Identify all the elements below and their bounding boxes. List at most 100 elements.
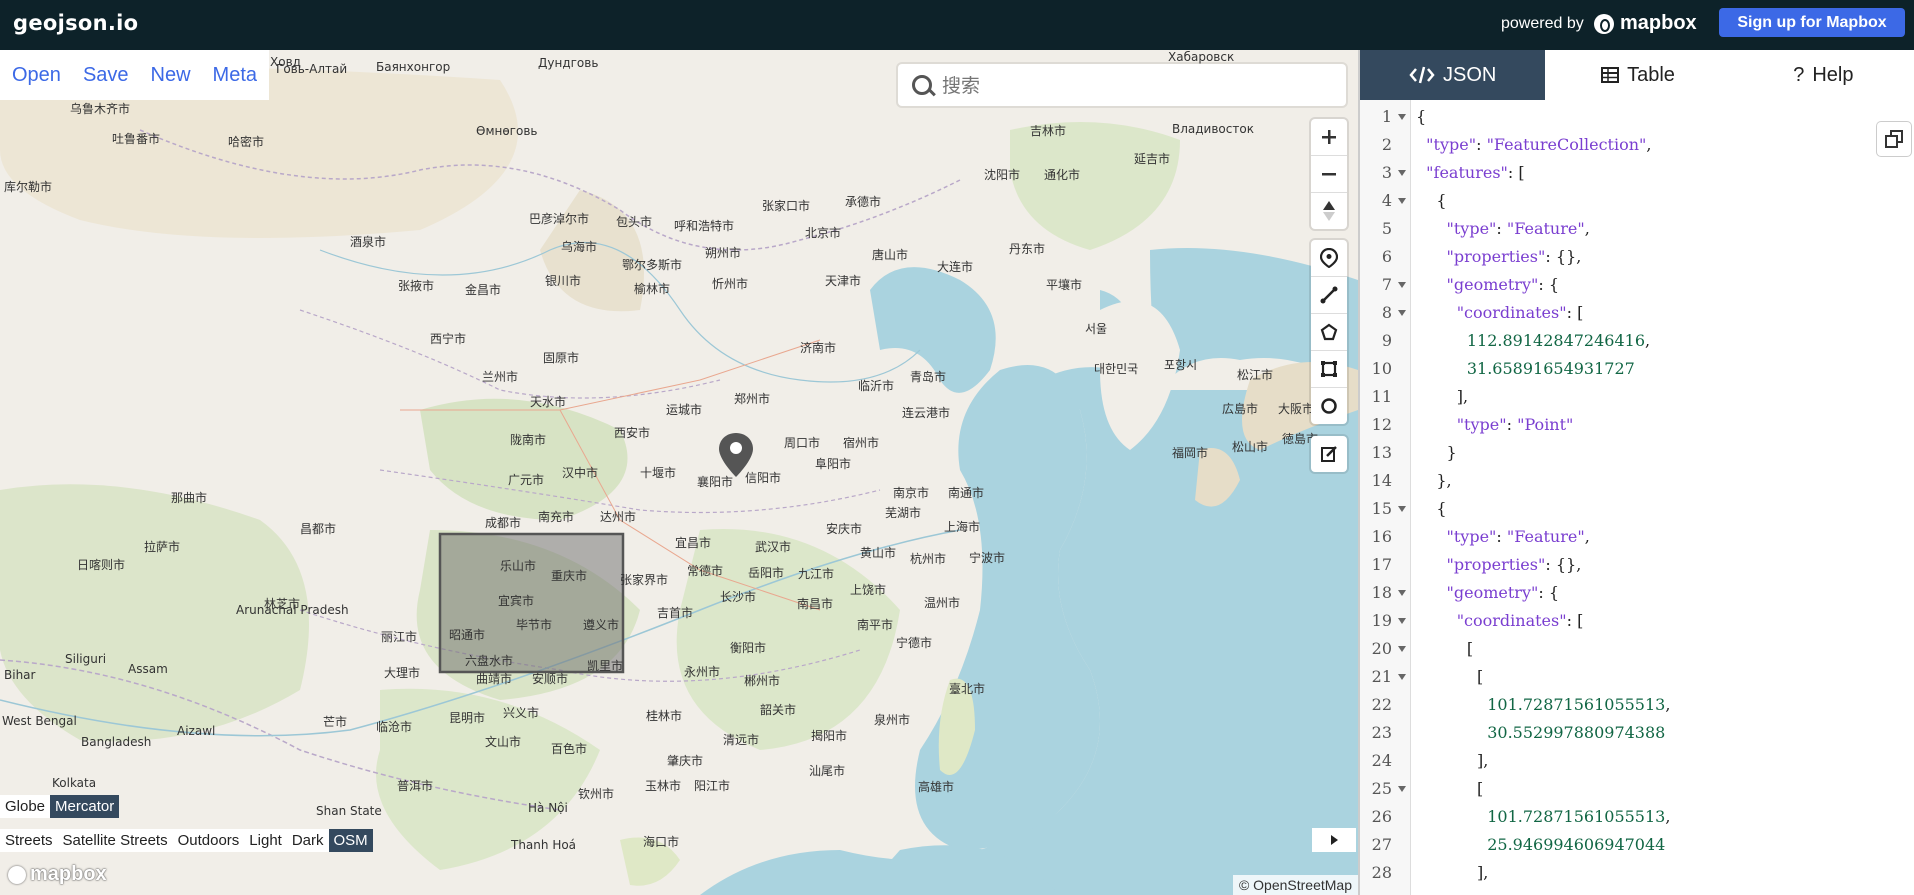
map-label: 普洱市 [397,779,434,793]
code-line: [ [1477,667,1484,686]
map-label: 玉林市 [645,779,682,793]
projection-globe[interactable]: Globe [0,795,50,818]
fold-arrow-icon[interactable] [1398,506,1406,512]
map-label: 揭阳市 [811,729,848,743]
fold-arrow-icon[interactable] [1398,646,1406,652]
map-label: 高雄市 [918,780,955,794]
copy-button[interactable] [1877,122,1911,156]
map-label: 南昌市 [797,597,834,611]
tab-help[interactable]: ? Help [1731,50,1914,100]
map-label: Bangladesh [81,735,152,749]
map-label: 泉州市 [874,713,911,727]
line-number: 23 [1371,723,1392,742]
zoom-controls [1311,119,1347,229]
map-canvas[interactable]: 乌鲁木齐市 吐鲁番市 哈密市 库尔勒市 酒泉市 张掖市 金昌市 西宁市 兰州市 … [0,50,1358,895]
style-outdoors[interactable]: Outdoors [173,829,245,852]
map-label: 温州市 [924,596,961,610]
style-dark[interactable]: Dark [287,829,329,852]
map-label: 昭通市 [449,628,486,642]
map-attribution[interactable]: © OpenStreetMap [1232,875,1358,895]
map-label: Bihar [4,668,36,682]
tab-help-label: Help [1812,63,1854,86]
fold-arrow-icon[interactable] [1398,674,1406,680]
line-number: 17 [1371,555,1392,574]
fold-arrow-icon[interactable] [1398,786,1406,792]
mapbox-logo[interactable]: mapbox [1594,12,1697,35]
map-label: 松江市 [1237,368,1274,382]
compass-icon[interactable] [1311,193,1347,229]
code-line: ], [1477,863,1489,882]
mapbox-watermark[interactable]: mapbox [8,863,107,886]
map-label: 汉中市 [562,466,599,480]
line-number: 14 [1371,471,1392,490]
map-label: 包头市 [616,215,653,229]
fold-arrow-icon[interactable] [1398,198,1406,204]
fold-arrow-icon[interactable] [1398,590,1406,596]
map-label: 吐鲁番市 [112,132,161,146]
map-label: 青岛市 [910,370,947,384]
map-label: 肇庆市 [667,754,704,768]
line-icon[interactable] [1311,277,1347,314]
map-label: 日喀则市 [77,558,126,572]
map-label: 哈密市 [228,135,265,149]
fold-arrow-icon[interactable] [1398,282,1406,288]
app-title[interactable]: geojson.io [13,11,138,35]
style-satellite-streets[interactable]: Satellite Streets [58,829,173,852]
save-menu-item[interactable]: Save [83,64,129,87]
map-label: 鄂尔多斯市 [622,258,683,272]
open-menu-item[interactable]: Open [12,64,61,87]
line-number: 24 [1371,751,1392,770]
map-label: 吉林市 [1030,124,1067,138]
style-streets[interactable]: Streets [0,829,58,852]
signup-button[interactable]: Sign up for Mapbox [1719,8,1905,37]
fold-arrow-icon[interactable] [1398,114,1406,120]
style-light[interactable]: Light [244,829,287,852]
zoom-out-icon[interactable] [1311,156,1347,193]
copy-icon [1885,130,1903,148]
tab-table[interactable]: Table [1545,50,1730,100]
line-number: 5 [1381,219,1392,238]
projection-mercator[interactable]: Mercator [50,795,120,818]
map-label: Kolkata [52,776,97,790]
fold-arrow-icon[interactable] [1398,618,1406,624]
code-line: 31.65891654931727 [1466,359,1635,378]
map-label: 大连市 [937,260,974,274]
map-label: 南平市 [857,618,894,632]
style-osm[interactable]: OSM [328,829,373,852]
zoom-in-icon[interactable] [1311,119,1347,156]
projection-toggle: Globe Mercator [0,795,120,818]
edit-icon[interactable] [1311,436,1347,472]
new-menu-item[interactable]: New [151,64,191,87]
map-label: 昌都市 [300,522,337,536]
tab-json[interactable]: JSON [1360,50,1546,100]
map-label: 忻州市 [712,277,749,291]
line-number: 6 [1381,247,1392,266]
line-number: 12 [1371,415,1392,434]
polygon-icon[interactable] [1311,314,1347,351]
map-label: 济南市 [800,341,837,355]
map-label: 信阳市 [745,471,782,485]
file-menu: Open Save New Meta [0,50,270,100]
fold-arrow-icon[interactable] [1398,310,1406,316]
line-number: 10 [1371,359,1392,378]
circle-icon[interactable] [1311,388,1347,424]
mapbox-logo-text: mapbox [1620,12,1697,34]
code-line: "coordinates": [ [1456,303,1584,322]
meta-menu-item[interactable]: Meta [213,64,257,87]
map-label: 常德市 [687,564,724,578]
search-box[interactable] [898,64,1346,106]
map-label: 宜昌市 [675,536,712,550]
mapbox-watermark-text: mapbox [30,863,107,885]
code-line: } [1446,443,1457,462]
map-label: 金昌市 [465,283,502,297]
marker-icon[interactable] [1311,240,1347,277]
search-input[interactable] [940,72,1334,100]
collapse-panel-button[interactable] [1312,828,1356,852]
rectangle-icon[interactable] [1311,351,1347,388]
map-label: 汕尾市 [809,764,846,778]
map-label: 兰州市 [482,370,519,384]
fold-arrow-icon[interactable] [1398,170,1406,176]
map-label: 成都市 [485,516,522,530]
code-line: "type": "FeatureCollection", [1426,135,1652,154]
json-editor[interactable]: { "type": "FeatureCollection", "features… [1410,100,1914,895]
